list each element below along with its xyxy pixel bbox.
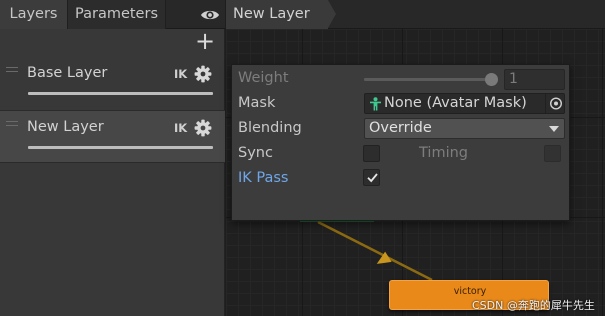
ik-pass-checkbox[interactable] (363, 169, 380, 186)
drag-handle-icon[interactable] (6, 121, 18, 126)
sync-label: Sync (238, 145, 273, 161)
mask-label: Mask (238, 95, 276, 111)
breadcrumb-label: New Layer (233, 6, 310, 22)
weight-label: Weight (238, 70, 289, 86)
timing-checkbox[interactable] (544, 145, 561, 162)
timing-label: Timing (419, 145, 468, 161)
layer-weight-bar (28, 146, 213, 149)
ik-indicator: IK (174, 121, 188, 135)
tab-parameters[interactable]: Parameters (68, 0, 166, 29)
blending-dropdown[interactable]: Override (364, 118, 565, 139)
panel-tabs: Layers Parameters (0, 0, 225, 29)
blending-label: Blending (238, 120, 302, 136)
weight-slider[interactable] (364, 78, 492, 81)
avatar-mask-icon (370, 97, 381, 111)
layer-item-new[interactable]: New Layer IK (0, 110, 225, 163)
add-layer-button[interactable]: + (194, 29, 216, 53)
layer-name: New Layer (27, 119, 104, 135)
ik-pass-label: IK Pass (238, 170, 289, 186)
layer-weight-bar (28, 92, 213, 95)
breadcrumb-item[interactable]: New Layer (226, 0, 328, 29)
sync-checkbox[interactable] (363, 145, 380, 162)
mask-value: None (Avatar Mask) (384, 95, 527, 111)
checkmark-icon (367, 173, 378, 183)
weight-slider-thumb[interactable] (485, 73, 498, 86)
target-icon (549, 97, 563, 110)
breadcrumb-separator (328, 0, 336, 28)
layers-panel: Layers Parameters + Base Layer IK New La… (0, 0, 225, 316)
breadcrumb: New Layer (226, 0, 605, 29)
ik-indicator: IK (174, 67, 188, 81)
chevron-down-icon (549, 126, 559, 132)
tab-layers[interactable]: Layers (0, 0, 68, 29)
eye-icon[interactable] (200, 7, 220, 23)
gear-icon[interactable] (194, 119, 212, 137)
layer-settings-popup: Weight 1 Mask None (Avatar Mask) Blendin… (231, 64, 570, 221)
layer-name: Base Layer (27, 65, 108, 81)
object-picker-button[interactable] (545, 94, 565, 113)
mask-field[interactable]: None (Avatar Mask) (364, 93, 565, 114)
gear-icon[interactable] (194, 65, 212, 83)
state-label: victory (453, 286, 487, 297)
blending-value: Override (369, 120, 432, 136)
weight-input[interactable]: 1 (504, 69, 565, 90)
watermark: CSDN @奔跑的犀牛先生 (472, 299, 595, 312)
drag-handle-icon[interactable] (6, 67, 18, 72)
layer-item-base[interactable]: Base Layer IK (0, 57, 225, 110)
